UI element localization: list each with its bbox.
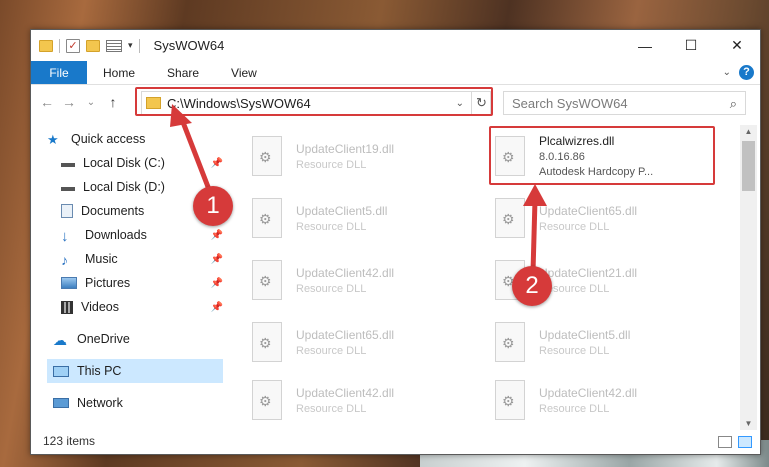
step-2-badge: 2 [512, 266, 552, 306]
arrow-2-head [523, 184, 547, 206]
arrow-1-head [170, 104, 192, 127]
step-1-badge: 1 [193, 186, 233, 226]
arrow-2-line [530, 199, 538, 273]
annotation-arrows [170, 104, 547, 273]
arrow-1-line [178, 116, 213, 193]
